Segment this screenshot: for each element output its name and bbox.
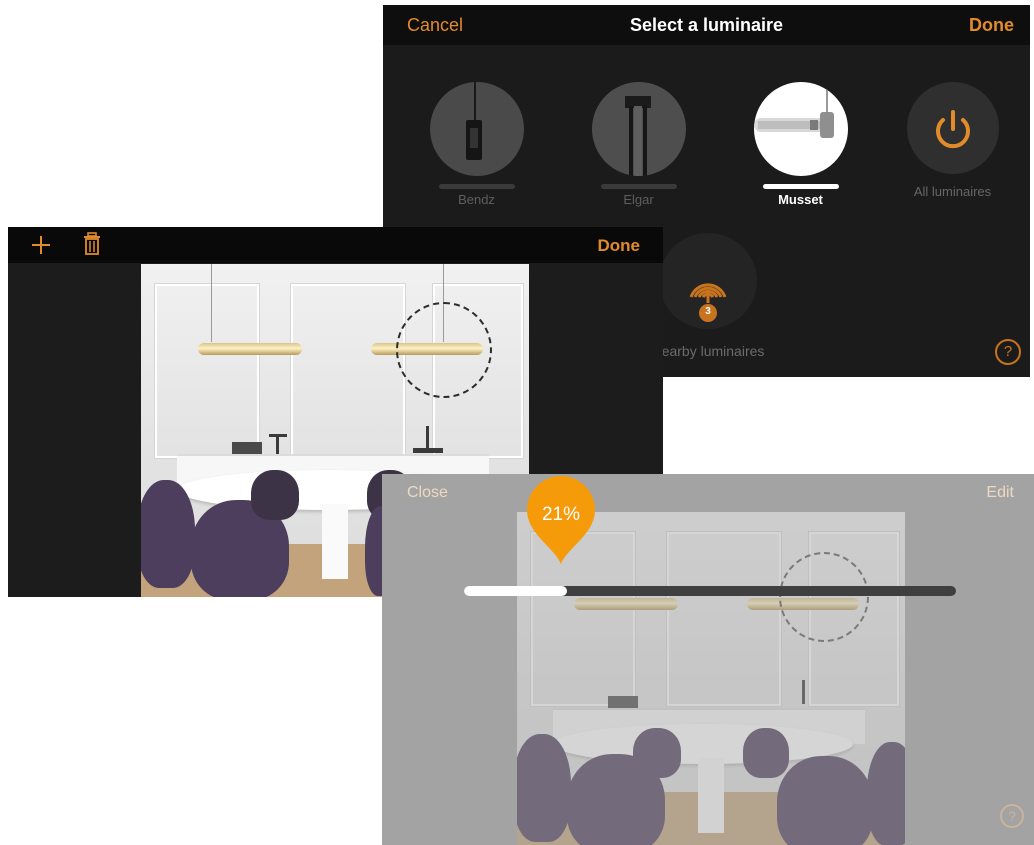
- musset-lamp-left: [198, 343, 302, 355]
- room-photo-object: [269, 434, 287, 437]
- dimmer-panel: Close Edit 21% ?: [382, 474, 1034, 845]
- room-photo-dimmed-chair: [777, 756, 873, 845]
- room-photo-dimmed-chair: [517, 734, 571, 842]
- room-photo-dimmed-chair: [867, 742, 905, 845]
- elgar-indicator: [600, 184, 677, 189]
- select-luminaire-header: Cancel Select a luminaire Done: [383, 5, 1030, 45]
- room-photo-dimmed-pedestal: [698, 758, 724, 833]
- room-photo-wall-panel: [291, 284, 405, 458]
- elgar-thumbnail: [591, 82, 686, 176]
- edit-header: Done: [8, 227, 663, 263]
- luminaire-label: All luminaires: [913, 184, 992, 199]
- luminaire-label: Elgar: [623, 192, 654, 207]
- nearby-count-badge: 3: [705, 306, 711, 317]
- room-photo-dimmed-lamp: [574, 598, 678, 610]
- room-photo-dimmed-chair: [743, 728, 789, 778]
- room-photo-object: [276, 436, 279, 454]
- room-photo-dimmed-chair: [633, 728, 681, 778]
- luminaire-label: Bendz: [458, 192, 495, 207]
- luminaire-option-elgar[interactable]: Elgar: [576, 82, 701, 207]
- bendz-thumbnail: [429, 82, 524, 176]
- page-title: Select a luminaire: [629, 15, 784, 35]
- luminaire-option-all[interactable]: All luminaires: [890, 82, 1015, 199]
- edit-button[interactable]: Edit: [986, 484, 1014, 502]
- room-photo-object: [426, 426, 429, 450]
- room-photo-chair: [251, 470, 299, 520]
- room-photo-dimmed-object: [608, 696, 638, 708]
- room-photo-object: [232, 442, 262, 454]
- luminaire-option-musset[interactable]: Musset: [738, 82, 863, 207]
- room-photo-chair: [141, 480, 195, 588]
- done-button[interactable]: Done: [598, 236, 641, 256]
- room-photo-wall-panel: [155, 284, 259, 458]
- musset-selected-indicator: [762, 184, 839, 189]
- done-button[interactable]: Done: [969, 15, 1014, 36]
- room-photo-wire: [211, 264, 212, 342]
- luminaire-option-bendz[interactable]: Bendz: [414, 82, 539, 207]
- nearby-luminaires-button[interactable]: 3: [659, 233, 757, 329]
- brightness-slider-fill: [464, 586, 567, 596]
- room-photo-object: [413, 448, 443, 453]
- brightness-value-label: 21%: [541, 504, 581, 525]
- brightness-value-bubble: 21%: [525, 476, 597, 566]
- musset-thumbnail: [753, 82, 848, 176]
- room-photo-dimmed-wall-panel: [667, 532, 781, 706]
- question-icon[interactable]: ?: [995, 339, 1021, 365]
- trash-icon[interactable]: [82, 232, 102, 256]
- room-photo-pedestal: [322, 504, 348, 579]
- bendz-indicator: [438, 184, 515, 189]
- selection-circle[interactable]: [396, 302, 492, 398]
- question-icon[interactable]: ?: [1000, 804, 1024, 828]
- brightness-slider-track[interactable]: [464, 586, 956, 596]
- luminaire-label: Musset: [778, 192, 823, 207]
- room-photo-dimmed-object: [802, 680, 805, 704]
- close-button[interactable]: Close: [407, 484, 448, 502]
- room-photo-dimmed-circle: [779, 552, 869, 642]
- power-icon: [906, 82, 999, 174]
- plus-icon[interactable]: [30, 234, 52, 256]
